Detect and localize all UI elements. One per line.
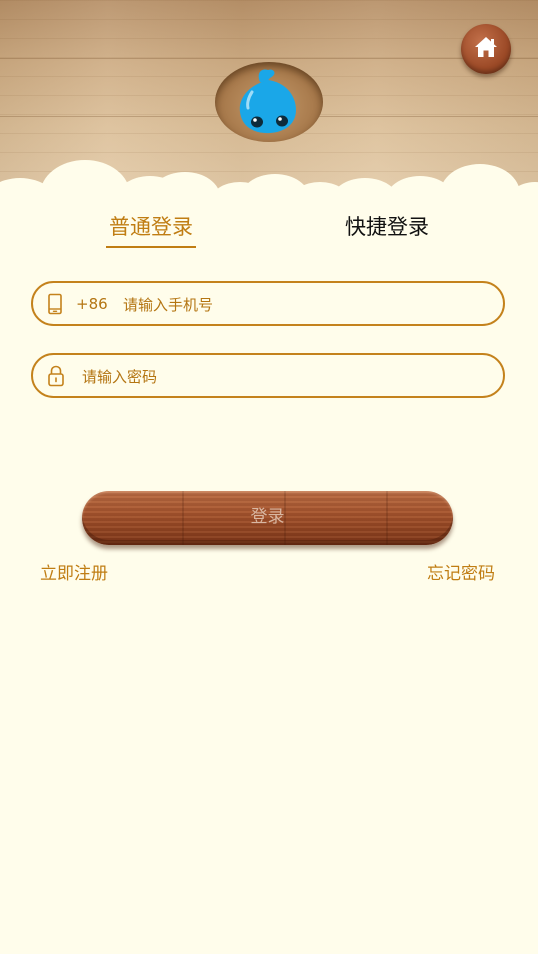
register-link[interactable]: 立即注册 [40, 563, 108, 585]
wood-plank-line [0, 58, 538, 59]
password-input[interactable] [80, 364, 484, 390]
password-field[interactable] [31, 353, 505, 398]
lock-icon [47, 365, 65, 391]
cloud-divider [0, 150, 538, 210]
home-button[interactable] [461, 24, 511, 74]
wood-header [0, 0, 538, 210]
phone-field[interactable]: +86 [31, 281, 505, 326]
blue-droplet-mascot [230, 66, 308, 142]
phone-icon [47, 293, 63, 319]
home-icon [474, 36, 498, 62]
phone-input[interactable] [121, 292, 485, 318]
login-button[interactable]: 登录 [82, 491, 453, 545]
forgot-password-link[interactable]: 忘记密码 [427, 563, 495, 585]
tab-quick-login[interactable]: 快捷登录 [343, 212, 431, 246]
tab-normal-login[interactable]: 普通登录 [106, 212, 196, 248]
country-code[interactable]: +86 [76, 294, 108, 314]
